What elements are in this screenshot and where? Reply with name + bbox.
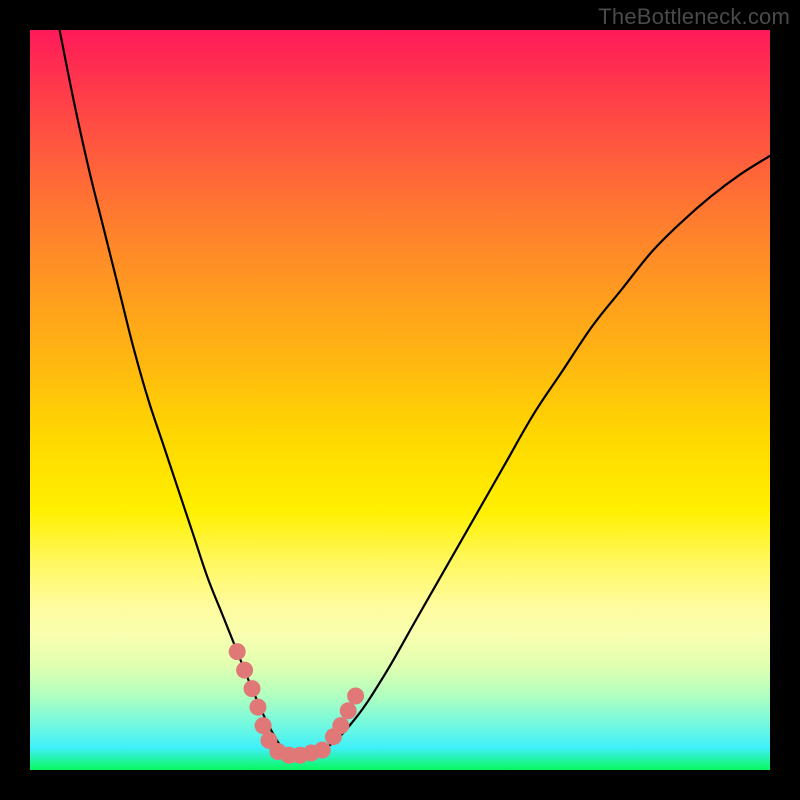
marker-point (332, 717, 349, 734)
marker-point (236, 662, 253, 679)
marker-point (255, 717, 272, 734)
marker-point (314, 742, 331, 759)
watermark-text: TheBottleneck.com (598, 4, 790, 30)
marker-point (340, 702, 357, 719)
marker-point (244, 680, 261, 697)
marker-point (249, 699, 266, 716)
marker-point (347, 688, 364, 705)
highlight-markers (30, 30, 770, 770)
marker-point (229, 643, 246, 660)
